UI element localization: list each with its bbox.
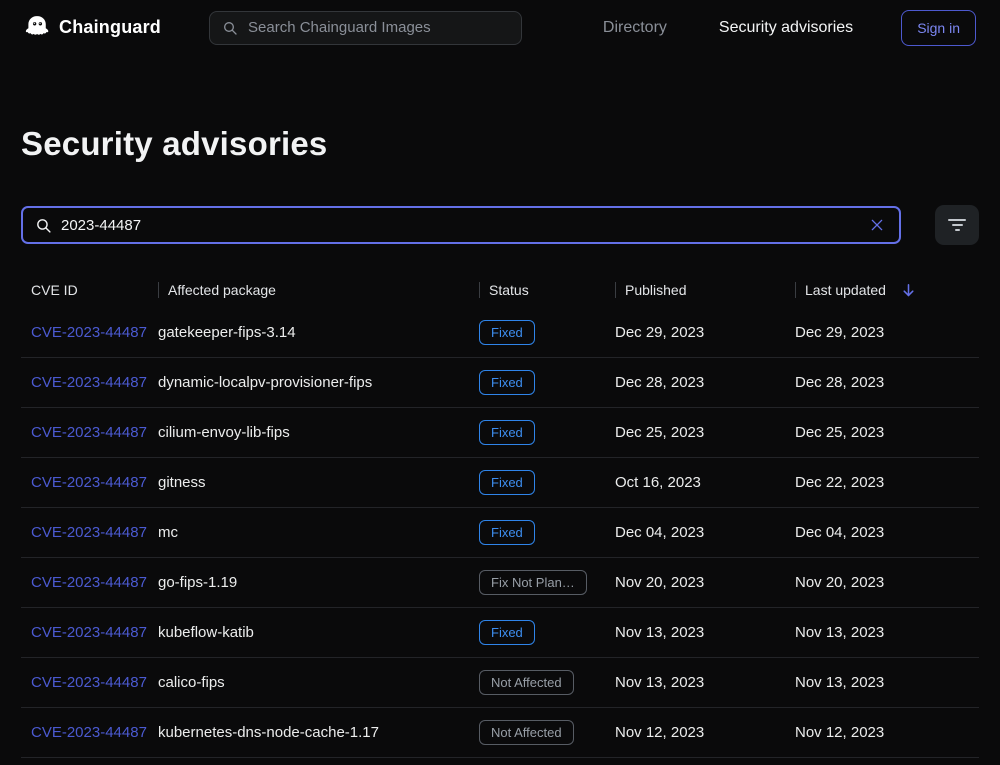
- published-date-cell: Dec 04, 2023: [615, 524, 795, 541]
- close-icon: [869, 217, 885, 233]
- nav-link-security-advisories[interactable]: Security advisories: [719, 19, 853, 37]
- column-label: CVE ID: [31, 282, 78, 298]
- table-header-row: CVE ID Affected package Status Published…: [21, 272, 979, 308]
- column-divider: [158, 282, 159, 298]
- affected-package-cell: kubernetes-dns-node-cache-1.17: [158, 724, 479, 741]
- published-date-cell: Nov 13, 2023: [615, 624, 795, 641]
- affected-package-cell: cilium-envoy-lib-fips: [158, 424, 479, 441]
- table-row: CVE-2023-44487 cilium-envoy-lib-fips Fix…: [21, 408, 979, 458]
- last-updated-cell: Nov 20, 2023: [795, 574, 979, 591]
- nav-links: Directory Security advisories: [603, 19, 853, 37]
- cve-id-link[interactable]: CVE-2023-44487: [31, 424, 147, 441]
- brand-name: Chainguard: [59, 17, 161, 38]
- column-header-published[interactable]: Published: [615, 282, 795, 298]
- cve-id-link[interactable]: CVE-2023-44487: [31, 374, 147, 391]
- filter-icon: [948, 219, 966, 231]
- cve-id-link[interactable]: CVE-2023-44487: [31, 474, 147, 491]
- clear-filter-button[interactable]: [867, 215, 887, 235]
- table-row: CVE-2023-44487 calico-fips Not Affected …: [21, 658, 979, 708]
- status-badge: Fix Not Plan…: [479, 570, 587, 595]
- table-row: CVE-2023-44487 mc Fixed Dec 04, 2023 Dec…: [21, 508, 979, 558]
- column-divider: [615, 282, 616, 298]
- table-body: CVE-2023-44487 gatekeeper-fips-3.14 Fixe…: [21, 308, 979, 758]
- column-header-last-updated[interactable]: Last updated: [795, 282, 979, 299]
- sort-descending-icon[interactable]: [900, 282, 917, 299]
- filter-button[interactable]: [935, 205, 979, 245]
- published-date-cell: Nov 20, 2023: [615, 574, 795, 591]
- cve-id-link[interactable]: CVE-2023-44487: [31, 724, 147, 741]
- last-updated-cell: Nov 13, 2023: [795, 674, 979, 691]
- affected-package-cell: go-fips-1.19: [158, 574, 479, 591]
- search-icon: [222, 20, 238, 36]
- table-row: CVE-2023-44487 kubernetes-dns-node-cache…: [21, 708, 979, 758]
- sign-in-button[interactable]: Sign in: [901, 10, 976, 46]
- published-date-cell: Dec 28, 2023: [615, 374, 795, 391]
- status-badge: Fixed: [479, 620, 535, 645]
- published-date-cell: Oct 16, 2023: [615, 474, 795, 491]
- advisories-table: CVE ID Affected package Status Published…: [21, 272, 979, 758]
- octopus-logo-icon: [24, 14, 51, 41]
- affected-package-cell: kubeflow-katib: [158, 624, 479, 641]
- column-divider: [795, 282, 796, 298]
- advisories-toolbar: [21, 205, 979, 245]
- main-content: Security advisories: [0, 125, 1000, 758]
- search-icon: [35, 217, 52, 234]
- last-updated-cell: Dec 29, 2023: [795, 324, 979, 341]
- chainguard-logo[interactable]: Chainguard: [24, 14, 161, 41]
- status-badge: Fixed: [479, 520, 535, 545]
- affected-package-cell: mc: [158, 524, 479, 541]
- last-updated-cell: Nov 12, 2023: [795, 724, 979, 741]
- status-badge: Fixed: [479, 370, 535, 395]
- published-date-cell: Dec 25, 2023: [615, 424, 795, 441]
- status-badge: Fixed: [479, 420, 535, 445]
- affected-package-cell: calico-fips: [158, 674, 479, 691]
- table-row: CVE-2023-44487 kubeflow-katib Fixed Nov …: [21, 608, 979, 658]
- column-divider: [479, 282, 480, 298]
- status-badge: Not Affected: [479, 670, 574, 695]
- affected-package-cell: gatekeeper-fips-3.14: [158, 324, 479, 341]
- column-label: Status: [489, 282, 529, 298]
- column-header-cve-id[interactable]: CVE ID: [21, 282, 158, 298]
- column-header-status[interactable]: Status: [479, 282, 615, 298]
- status-badge: Not Affected: [479, 720, 574, 745]
- global-search-placeholder: Search Chainguard Images: [248, 19, 431, 36]
- column-label: Affected package: [168, 282, 276, 298]
- published-date-cell: Nov 12, 2023: [615, 724, 795, 741]
- nav-link-directory[interactable]: Directory: [603, 19, 667, 37]
- affected-package-cell: dynamic-localpv-provisioner-fips: [158, 374, 479, 391]
- cve-id-link[interactable]: CVE-2023-44487: [31, 324, 147, 341]
- last-updated-cell: Dec 04, 2023: [795, 524, 979, 541]
- page-title: Security advisories: [21, 125, 979, 163]
- cve-filter-input[interactable]: [61, 217, 867, 234]
- affected-package-cell: gitness: [158, 474, 479, 491]
- global-search-input[interactable]: Search Chainguard Images: [209, 11, 522, 45]
- cve-id-link[interactable]: CVE-2023-44487: [31, 574, 147, 591]
- status-badge: Fixed: [479, 320, 535, 345]
- cve-id-link[interactable]: CVE-2023-44487: [31, 624, 147, 641]
- status-badge: Fixed: [479, 470, 535, 495]
- last-updated-cell: Dec 22, 2023: [795, 474, 979, 491]
- cve-id-link[interactable]: CVE-2023-44487: [31, 674, 147, 691]
- last-updated-cell: Dec 25, 2023: [795, 424, 979, 441]
- column-label: Published: [625, 282, 687, 298]
- published-date-cell: Dec 29, 2023: [615, 324, 795, 341]
- table-row: CVE-2023-44487 go-fips-1.19 Fix Not Plan…: [21, 558, 979, 608]
- published-date-cell: Nov 13, 2023: [615, 674, 795, 691]
- last-updated-cell: Dec 28, 2023: [795, 374, 979, 391]
- table-row: CVE-2023-44487 dynamic-localpv-provision…: [21, 358, 979, 408]
- last-updated-cell: Nov 13, 2023: [795, 624, 979, 641]
- column-header-affected-package[interactable]: Affected package: [158, 282, 479, 298]
- cve-id-link[interactable]: CVE-2023-44487: [31, 524, 147, 541]
- table-row: CVE-2023-44487 gatekeeper-fips-3.14 Fixe…: [21, 308, 979, 358]
- column-label: Last updated: [805, 282, 886, 298]
- cve-filter-box: [21, 206, 901, 244]
- table-row: CVE-2023-44487 gitness Fixed Oct 16, 202…: [21, 458, 979, 508]
- top-navigation: Chainguard Search Chainguard Images Dire…: [0, 0, 1000, 55]
